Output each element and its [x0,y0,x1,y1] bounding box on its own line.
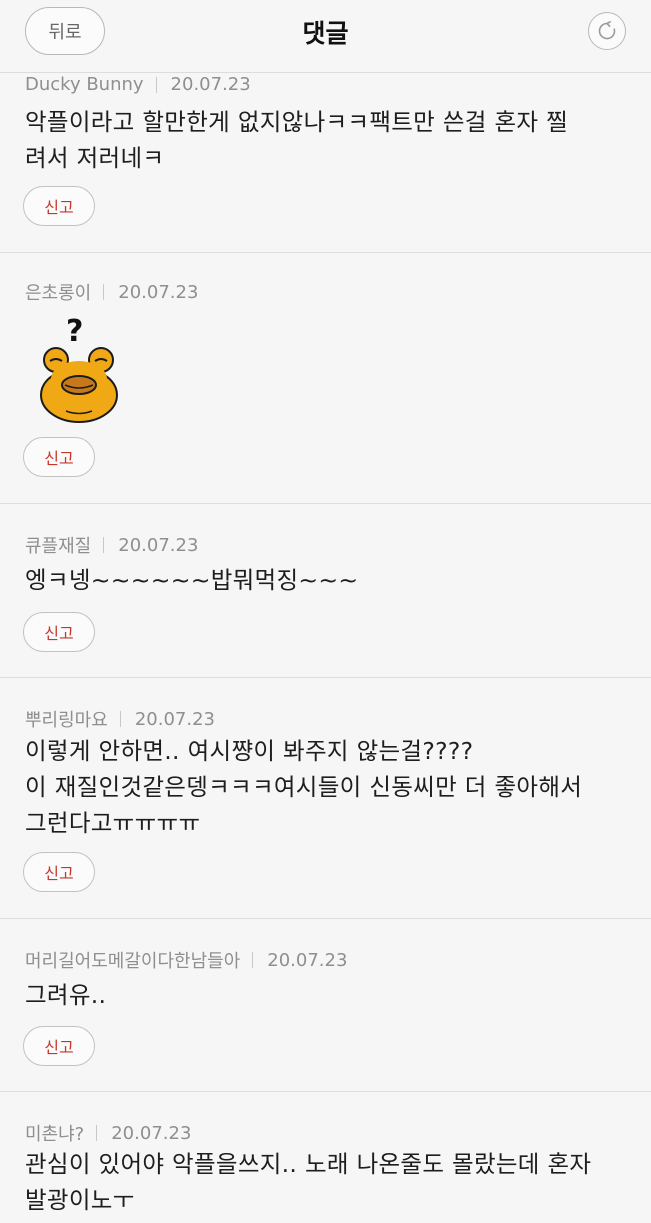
comment-item: 미촌냐? 20.07.23 관심이 있어야 악플을쓰지.. 노래 나온줄도 몰랐… [0,1092,651,1223]
comment-author: 큐플재질 [25,536,92,557]
meta-divider [103,537,105,553]
refresh-icon [598,21,616,40]
comment-date: 20.07.23 [118,534,199,556]
page-title: 댓글 [302,19,349,48]
report-button[interactable]: 신고 [23,437,95,477]
comment-date: 20.07.23 [111,1122,192,1144]
meta-divider [155,76,157,93]
question-frog-sticker: ? [40,314,118,423]
comment-text: 이렇게 안하면.. 여시쨩이 봐주지 않는걸???? 이 재질인것같은뎅ㅋㅋㅋ여… [25,737,583,837]
comment-text: 그려유.. [25,981,107,1009]
svg-text:?: ? [66,314,83,349]
refresh-button[interactable] [588,12,626,50]
comment-item: 머리길어도메갈이다한남들아 20.07.23 그려유.. 신고 [0,919,651,1092]
comment-text: 악플이라고 할만한게 없지않나ㅋㅋ팩트만 쓴걸 혼자 찔 려서 저러네ㅋ [25,108,569,172]
report-button[interactable]: 신고 [23,186,95,226]
comment-item: Ducky Bunny 20.07.23 악플이라고 할만한게 없지않나ㅋㅋ팩트… [0,72,651,253]
comment-item: 큐플재질 20.07.23 엥ㅋ넹~~~~~~밥뭐먹징~~~ 신고 [0,504,651,678]
comment-author: 은초롱이 [25,283,92,304]
comment-item: 뿌리링마요 20.07.23 이렇게 안하면.. 여시쨩이 봐주지 않는걸???… [0,678,651,919]
report-button[interactable]: 신고 [23,852,95,892]
meta-divider [96,1125,98,1141]
comment-date: 20.07.23 [118,281,199,303]
meta-divider [252,952,254,968]
meta-divider [103,284,105,300]
comment-text: 엥ㅋ넹~~~~~~밥뭐먹징~~~ [25,566,359,594]
comment-author: 머리길어도메갈이다한남들아 [25,951,241,972]
comment-author: 뿌리링마요 [25,710,108,731]
meta-divider [119,711,121,727]
comment-date: 20.07.23 [134,708,215,730]
comment-date: 20.07.23 [170,74,251,95]
comment-text: 관심이 있어야 악플을쓰지.. 노래 나온줄도 몰랐는데 혼자 발광이노ㅜ [25,1150,592,1214]
comment-author: Ducky Bunny [25,74,144,95]
report-button[interactable]: 신고 [23,1026,95,1066]
header-bar: 뒤로 댓글 [0,0,651,73]
comment-author: 미촌냐? [25,1124,85,1145]
report-button[interactable]: 신고 [23,612,95,652]
comment-date: 20.07.23 [267,949,348,971]
